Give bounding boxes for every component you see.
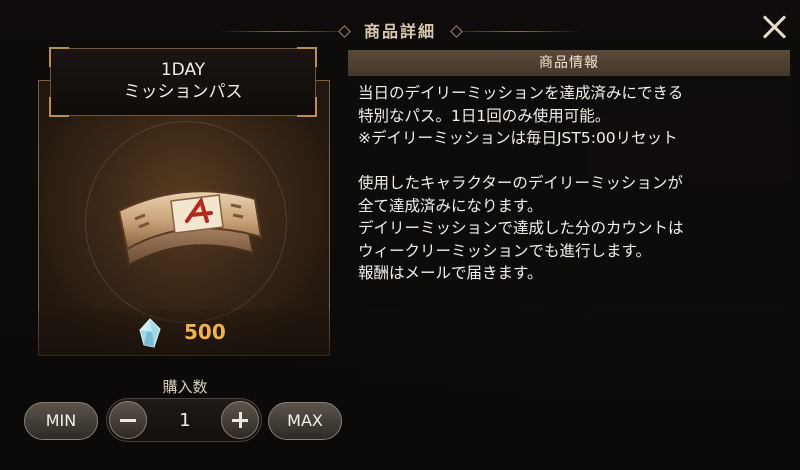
corner-ornament (49, 47, 69, 67)
corner-ornament (297, 97, 317, 117)
price-value: 500 (184, 320, 226, 344)
minus-icon (120, 419, 136, 422)
corner-ornament (49, 97, 69, 117)
plus-icon-vertical (238, 412, 242, 428)
quantity-value: 1 (179, 410, 191, 431)
item-name-panel: 1DAY ミッションパス (49, 47, 317, 117)
increment-button[interactable] (221, 401, 259, 439)
modal-title: 商品詳細 (363, 22, 436, 41)
title-divider-right (460, 31, 580, 32)
quantity-label: 購入数 (162, 378, 208, 396)
min-button[interactable]: MIN (24, 402, 98, 440)
corner-ornament (297, 47, 317, 67)
title-ornament-icon (338, 25, 351, 38)
decrement-button[interactable] (109, 401, 147, 439)
price-row: 500 (38, 310, 330, 356)
mission-pass-icon (117, 190, 263, 267)
close-button[interactable] (762, 14, 788, 40)
quantity-stepper: 1 (106, 398, 262, 442)
crystal-gem-icon (139, 318, 161, 348)
max-button[interactable]: MAX (268, 402, 342, 440)
item-name-line2: ミッションパス (123, 82, 243, 102)
info-header: 商品情報 (348, 50, 790, 76)
modal-title-bar: 商品詳細 (0, 14, 800, 48)
product-detail-modal: 商品詳細 1DAY ミッションパス 500 購入数 MIN 1 MAX 商品情報… (0, 0, 800, 470)
item-name-line1: 1DAY (160, 60, 206, 80)
item-description: 当日のデイリーミッションを達成済みにできる 特別なパス。1日1回のみ使用可能。 … (358, 84, 684, 282)
title-divider-left (220, 31, 340, 32)
